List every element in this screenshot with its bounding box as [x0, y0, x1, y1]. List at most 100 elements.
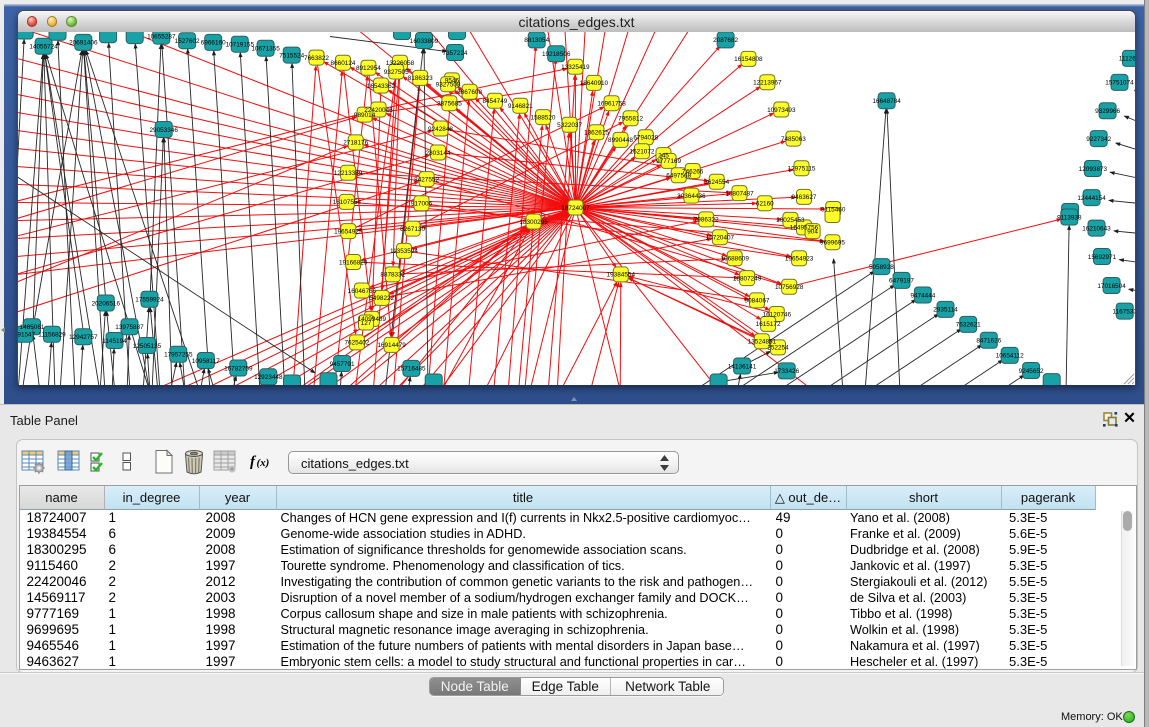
svg-text:1167533: 1167533 — [1112, 308, 1135, 315]
svg-text:9474444: 9474444 — [910, 292, 935, 299]
svg-text:9115460: 9115460 — [821, 206, 846, 213]
svg-text:15716485: 15716485 — [397, 365, 426, 372]
svg-text:18724007: 18724007 — [561, 204, 590, 211]
svg-text:19654925: 19654925 — [334, 228, 363, 235]
svg-text:16154808: 16154808 — [734, 56, 763, 63]
svg-text:252254: 252254 — [767, 344, 789, 351]
svg-text:8471626: 8471626 — [976, 337, 1001, 344]
svg-text:7485063: 7485063 — [781, 135, 806, 142]
svg-text:9242848: 9242848 — [428, 125, 453, 132]
svg-text:16543362: 16543362 — [367, 82, 396, 89]
svg-text:7625402: 7625402 — [344, 339, 369, 346]
svg-text:12213389: 12213389 — [334, 170, 363, 177]
svg-text:989014: 989014 — [354, 111, 376, 118]
svg-text:7632621: 7632621 — [956, 321, 981, 328]
svg-text:10688609: 10688609 — [720, 255, 749, 262]
svg-text:9227342: 9227342 — [1086, 135, 1111, 142]
svg-text:16648784: 16648784 — [872, 98, 901, 105]
svg-text:1733426: 1733426 — [774, 368, 799, 375]
svg-text:13325419: 13325419 — [561, 64, 590, 71]
svg-text:19166829: 19166829 — [339, 259, 368, 266]
svg-text:17016504: 17016504 — [1097, 282, 1126, 289]
svg-text:9327505: 9327505 — [384, 68, 409, 75]
svg-text:13226058: 13226058 — [386, 60, 415, 67]
svg-text:2718176: 2718176 — [343, 139, 368, 146]
svg-text:7663822: 7663822 — [304, 54, 329, 61]
svg-text:10654112: 10654112 — [996, 352, 1024, 359]
svg-text:1112630: 1112630 — [1119, 55, 1135, 62]
svg-text:1485061: 1485061 — [20, 324, 45, 331]
svg-text:9084067: 9084067 — [745, 297, 770, 304]
svg-text:8454749: 8454749 — [482, 98, 507, 105]
svg-text:2087682: 2087682 — [713, 37, 738, 44]
svg-text:29053346: 29053346 — [149, 126, 178, 133]
svg-text:10719155: 10719155 — [226, 41, 255, 48]
svg-text:10958117: 10958117 — [192, 357, 220, 364]
svg-text:15751074: 15751074 — [1105, 79, 1134, 86]
svg-text:16782759: 16782759 — [224, 365, 253, 372]
svg-text:8912954: 8912954 — [356, 65, 381, 72]
svg-text:8990448: 8990448 — [608, 137, 633, 144]
svg-text:1621072: 1621072 — [630, 148, 655, 155]
svg-text:15692971: 15692971 — [1088, 253, 1117, 260]
svg-text:11156829: 11156829 — [38, 331, 66, 338]
svg-text:3624554: 3624554 — [704, 179, 729, 186]
svg-text:9699695: 9699695 — [820, 239, 845, 246]
svg-text:6966160: 6966160 — [201, 39, 226, 46]
svg-text:3875685: 3875685 — [437, 100, 462, 107]
svg-text:7357224: 7357224 — [443, 49, 468, 56]
svg-text:14136141: 14136141 — [728, 363, 757, 370]
svg-text:19218506: 19218506 — [542, 51, 571, 58]
svg-text:20691406: 20691406 — [69, 39, 98, 46]
svg-text:2803144: 2803144 — [426, 149, 451, 156]
svg-text:19654923: 19654923 — [785, 255, 814, 262]
svg-text:8813054: 8813054 — [524, 37, 549, 44]
svg-text:18640910: 18640910 — [580, 80, 609, 87]
svg-text:12444154: 12444154 — [1077, 194, 1106, 201]
svg-text:5322037: 5322037 — [557, 122, 582, 129]
svg-text:62160: 62160 — [756, 200, 774, 207]
svg-text:6794028: 6794028 — [633, 134, 658, 141]
svg-text:18807249: 18807249 — [733, 275, 762, 282]
svg-text:17957255: 17957255 — [164, 351, 193, 358]
svg-text:2935114: 2935114 — [933, 306, 958, 313]
svg-text:9457791: 9457791 — [330, 360, 355, 367]
svg-text:1588520: 1588520 — [531, 114, 556, 121]
svg-text:1527602: 1527602 — [175, 38, 200, 45]
svg-text:16914479: 16914479 — [377, 342, 406, 349]
svg-text:5498222: 5498222 — [369, 295, 394, 302]
svg-text:16046766: 16046766 — [348, 287, 377, 294]
svg-text:10655287: 10655287 — [147, 33, 176, 40]
svg-text:7986322: 7986322 — [694, 216, 719, 223]
svg-text:9463627: 9463627 — [792, 194, 817, 201]
svg-text:9146821: 9146821 — [508, 103, 533, 110]
svg-text:17559924: 17559924 — [135, 296, 164, 303]
svg-text:15720407: 15720407 — [706, 234, 735, 241]
svg-text:8878332: 8878332 — [380, 271, 405, 278]
svg-text:13975887: 13975887 — [115, 324, 144, 331]
svg-text:12093873: 12093873 — [1079, 165, 1108, 172]
svg-text:6497568: 6497568 — [666, 172, 691, 179]
svg-text:2867608: 2867608 — [457, 89, 482, 96]
svg-text:12975115: 12975115 — [788, 165, 816, 172]
svg-text:127: 127 — [361, 319, 372, 326]
svg-text:9113938: 9113938 — [1057, 214, 1082, 221]
svg-text:14055724: 14055724 — [29, 43, 58, 50]
svg-text:9777169: 9777169 — [656, 158, 681, 165]
svg-text:16961758: 16961758 — [597, 100, 626, 107]
svg-text:391547: 391547 — [18, 331, 36, 338]
svg-text:7515524: 7515524 — [279, 52, 304, 59]
svg-text:9327508: 9327508 — [436, 81, 461, 88]
svg-text:9245652: 9245652 — [1019, 367, 1044, 374]
svg-text:10671355: 10671355 — [251, 45, 280, 52]
svg-text:10025453: 10025453 — [776, 217, 805, 224]
svg-text:10973493: 10973493 — [767, 106, 796, 113]
svg-text:9329966: 9329966 — [1095, 108, 1120, 115]
svg-text:(x): (x) — [256, 457, 269, 469]
svg-text:1145194: 1145194 — [102, 337, 127, 344]
svg-text:904: 904 — [807, 228, 818, 235]
svg-text:20206516: 20206516 — [92, 300, 121, 307]
svg-text:6479197: 6479197 — [889, 277, 914, 284]
svg-text:16107554: 16107554 — [333, 199, 362, 206]
svg-text:11353594: 11353594 — [390, 248, 418, 255]
